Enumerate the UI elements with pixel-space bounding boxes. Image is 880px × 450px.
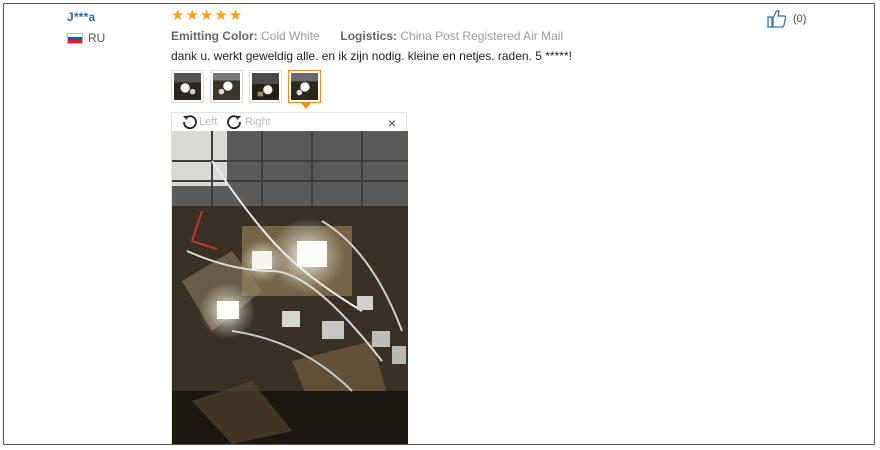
emitting-color-value: Cold White (261, 29, 320, 43)
logistics-value: China Post Registered Air Mail (400, 29, 564, 43)
thumbs-up-icon (767, 10, 787, 28)
star-icon: ★ (171, 7, 185, 24)
reviewer-name[interactable]: J***a (67, 10, 95, 24)
like-button[interactable]: (0) (767, 9, 806, 28)
logistics-label: Logistics: (340, 29, 398, 43)
star-icon: ★ (199, 7, 214, 24)
close-icon[interactable]: × (388, 115, 396, 131)
photo-thumbnail[interactable] (171, 70, 204, 103)
order-attributes: Emitting Color: Cold White Logistics: Ch… (171, 29, 563, 43)
review-text: dank u. werkt geweldig alle. en ik zijn … (171, 49, 572, 63)
star-icon: ★ (185, 7, 199, 24)
flag-icon (67, 32, 83, 44)
rotate-left-button[interactable]: Left (180, 113, 217, 131)
rotate-right-icon (227, 115, 241, 130)
photo-thumbnail[interactable] (249, 70, 282, 103)
country-code: RU (88, 31, 106, 45)
photo-viewer: Left Right × (171, 112, 408, 444)
star-icon: ★ (214, 7, 228, 24)
rotate-right-button[interactable]: Right (226, 113, 271, 131)
emitting-color-label: Emitting Color: (171, 29, 258, 43)
review-photo (172, 131, 408, 444)
star-icon: ★ (228, 7, 243, 24)
viewer-toolbar: Left Right × (172, 113, 406, 131)
rotate-left-icon (183, 115, 197, 130)
photo-thumbnail[interactable] (210, 70, 243, 103)
rotate-right-label: Right (245, 116, 271, 128)
review-card: J***a RU ★ ★ ★ ★ ★ Emitting Color: Cold … (3, 3, 875, 445)
rotate-left-label: Left (199, 116, 218, 128)
photo-thumbnail-active[interactable] (288, 70, 321, 109)
star-rating: ★ ★ ★ ★ ★ (171, 8, 242, 24)
photo-thumbnails (171, 70, 321, 109)
like-count: (0) (793, 12, 807, 25)
reviewer-country: RU (67, 31, 105, 45)
